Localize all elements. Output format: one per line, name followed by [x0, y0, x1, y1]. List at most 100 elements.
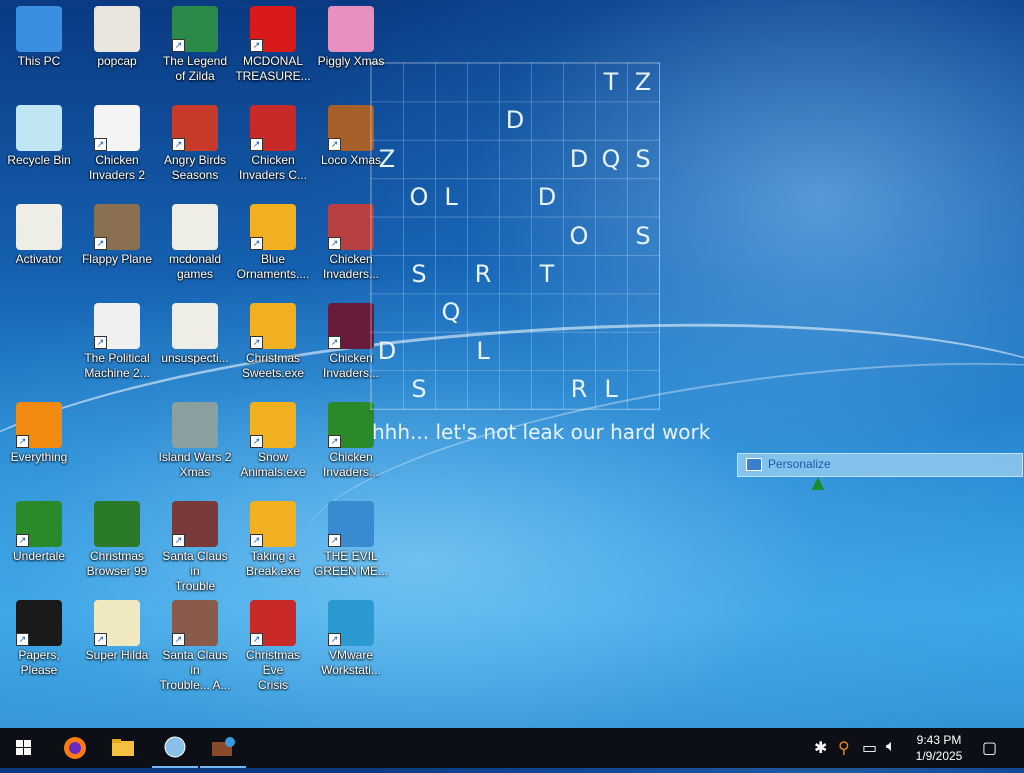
tray-app-icon[interactable]: ✱ — [814, 738, 827, 758]
christmas-eve-crisis-icon: ↗ — [250, 600, 296, 646]
grid-letter: Q — [601, 144, 621, 173]
desktop-icon-recycle-bin[interactable]: Recycle Bin — [0, 105, 78, 168]
clock[interactable]: 9:43 PM 1/9/2025 — [908, 732, 970, 764]
chicken-invaders-3-icon: ↗ — [328, 204, 374, 250]
desktop-icon-label: Chicken Invaders 2 — [88, 153, 146, 182]
shortcut-arrow-icon: ↗ — [328, 237, 341, 250]
desktop-icon-label: This PC — [17, 54, 61, 68]
file-explorer-icon[interactable] — [100, 728, 146, 768]
desktop-icon-blue-ornaments[interactable]: ↗ Blue Ornaments.... — [234, 204, 312, 282]
desktop-icon-flappy-plane[interactable]: ↗ Flappy Plane — [78, 204, 156, 267]
unsuspecti-icon — [172, 303, 218, 349]
shortcut-arrow-icon: ↗ — [172, 633, 185, 646]
desktop-icon-label: The Legend of Zilda — [162, 54, 228, 83]
shortcut-arrow-icon: ↗ — [250, 138, 263, 151]
desktop-icon-christmas-browser[interactable]: Christmas Browser 99 — [78, 501, 156, 579]
desktop-icon-piggly-xmas[interactable]: Piggly Xmas — [312, 6, 390, 69]
notifications-icon[interactable]: ▢ — [982, 738, 997, 758]
desktop-icon-label: Papers, Please — [18, 648, 60, 677]
desktop-icon-label: Snow Animals.exe — [240, 450, 306, 479]
desktop-icon-label: Activator — [15, 252, 63, 266]
grid-letter: O — [409, 183, 429, 212]
desktop-icon-everything[interactable]: ↗ Everything — [0, 402, 78, 465]
grid-letter: D — [537, 183, 557, 212]
desktop-icon-santa-in-trouble[interactable]: ↗ Santa Claus in Trouble — [156, 501, 234, 594]
desktop-icon-label: Chicken Invaders C... — [238, 153, 308, 182]
desktop-icon-chicken-invaders-2[interactable]: ↗ Chicken Invaders 2 — [78, 105, 156, 183]
this-pc-icon — [16, 6, 62, 52]
personalize-label: Personalize — [768, 457, 831, 471]
desktop-icon-label: MCDONAL TREASURE... — [235, 54, 311, 83]
desktop-icon-popcap[interactable]: popcap — [78, 6, 156, 69]
shortcut-arrow-icon: ↗ — [328, 633, 341, 646]
desktop-icon-label: Flappy Plane — [81, 252, 153, 266]
grid-letter: Q — [441, 298, 461, 327]
vmware-icon: ↗ — [328, 600, 374, 646]
shortcut-arrow-icon: ↗ — [94, 237, 107, 250]
desktop-icon-undertale[interactable]: ↗ Undertale — [0, 501, 78, 564]
papers-please-icon: ↗ — [16, 600, 62, 646]
volume-icon[interactable]: 🔈︎ — [886, 738, 896, 756]
shortcut-arrow-icon: ↗ — [172, 534, 185, 547]
package-app-icon[interactable] — [200, 728, 246, 768]
desktop-icon-label: Undertale — [12, 549, 66, 563]
political-machine-icon: ↗ — [94, 303, 140, 349]
grid-letter: O — [569, 221, 589, 250]
shortcut-arrow-icon: ↗ — [328, 435, 341, 448]
santa-in-trouble-a-icon: ↗ — [172, 600, 218, 646]
personalize-menu-item[interactable]: Personalize — [737, 453, 1023, 477]
desktop-icon-label: Recycle Bin — [7, 153, 71, 167]
desktop-icon-taking-a-break[interactable]: ↗ Taking a Break.exe — [234, 501, 312, 579]
desktop-icon-super-hilda[interactable]: ↗ Super Hilda — [78, 600, 156, 663]
island-wars-icon — [172, 402, 218, 448]
shortcut-arrow-icon: ↗ — [250, 534, 263, 547]
grid-letter: S — [411, 375, 427, 404]
desktop-icon-label: Island Wars 2 Xmas — [158, 450, 232, 479]
christmas-sweets-icon: ↗ — [250, 303, 296, 349]
desktop-icon-activator[interactable]: Activator — [0, 204, 78, 267]
desktop-icon-chicken-invaders-c[interactable]: ↗ Chicken Invaders C... — [234, 105, 312, 183]
desktop-icon-label: Christmas Browser 99 — [86, 549, 148, 578]
desktop-icon-angry-birds-seasons[interactable]: ↗ Angry Birds Seasons — [156, 105, 234, 183]
globe-app-icon[interactable] — [152, 728, 198, 768]
desktop-icon-legend-of-zilda[interactable]: ↗ The Legend of Zilda — [156, 6, 234, 84]
recycle-bin-icon — [16, 105, 62, 151]
grid-caption: hhh... let's not leak our hard work — [372, 420, 711, 444]
taking-a-break-icon: ↗ — [250, 501, 296, 547]
desktop-icon-political-machine[interactable]: ↗ The Political Machine 2... — [78, 303, 156, 381]
desktop-icon-christmas-sweets[interactable]: ↗ Christmas Sweets.exe — [234, 303, 312, 381]
desktop-icon-christmas-eve-crisis[interactable]: ↗ Christmas Eve Crisis — [234, 600, 312, 693]
desktop-icon-island-wars[interactable]: Island Wars 2 Xmas — [156, 402, 234, 480]
desktop-icon-label: Taking a Break.exe — [245, 549, 301, 578]
snow-animals-icon: ↗ — [250, 402, 296, 448]
network-icon[interactable]: ▭ — [862, 738, 877, 758]
desktop-icon-santa-in-trouble-a[interactable]: ↗ Santa Claus in Trouble... A... — [156, 600, 234, 693]
shortcut-arrow-icon: ↗ — [94, 138, 107, 151]
shortcut-arrow-icon: ↗ — [16, 633, 29, 646]
grid-letter: D — [377, 336, 397, 365]
desktop-icon-vmware[interactable]: ↗ VMware Workstati... — [312, 600, 390, 678]
desktop-icon-snow-animals[interactable]: ↗ Snow Animals.exe — [234, 402, 312, 480]
desktop-icon-unsuspecti[interactable]: unsuspecti... — [156, 303, 234, 366]
christmas-browser-icon — [94, 501, 140, 547]
desktop-icon-mcdonald-games[interactable]: mcdonald games — [156, 204, 234, 282]
desktop-icon-evil-green-me[interactable]: ↗ THE EVIL GREEN ME... — [312, 501, 390, 579]
desktop-icon-label: Super Hilda — [85, 648, 149, 662]
grid-letter: T — [603, 68, 619, 96]
desktop-icon-mcdonal-treasure[interactable]: ↗ MCDONAL TREASURE... — [234, 6, 312, 84]
shortcut-arrow-icon: ↗ — [328, 336, 341, 349]
everything-search-tray-icon[interactable]: ⚲ — [838, 738, 850, 758]
loco-xmas-icon: ↗ — [328, 105, 374, 151]
windows-start-icon[interactable] — [0, 728, 46, 768]
firefox-icon[interactable] — [52, 728, 98, 768]
desktop-icon-label: Santa Claus in Trouble — [162, 549, 228, 593]
shortcut-arrow-icon: ↗ — [16, 435, 29, 448]
grid-letter: Z — [634, 68, 652, 96]
clock-time: 9:43 PM — [916, 733, 962, 747]
desktop-icon-label: popcap — [97, 54, 137, 68]
santa-in-trouble-icon: ↗ — [172, 501, 218, 547]
desktop-icon-papers-please[interactable]: ↗ Papers, Please — [0, 600, 78, 678]
desktop-icon-this-pc[interactable]: This PC — [0, 6, 78, 69]
popcap-icon — [94, 6, 140, 52]
shortcut-arrow-icon: ↗ — [328, 138, 341, 151]
